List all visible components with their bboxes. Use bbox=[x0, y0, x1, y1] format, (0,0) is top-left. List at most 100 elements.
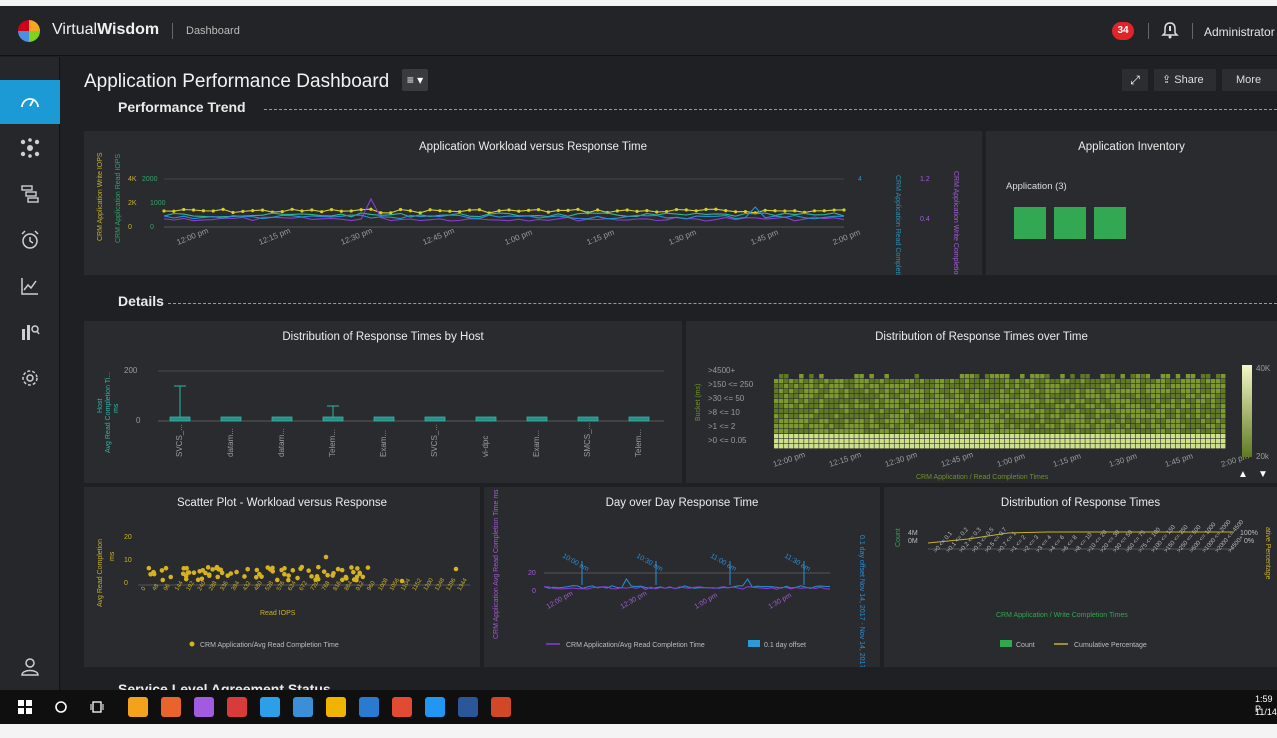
heat-cell bbox=[1085, 389, 1090, 394]
heat-cell bbox=[789, 414, 794, 419]
heat-cell bbox=[899, 419, 904, 424]
slides-icon[interactable] bbox=[392, 697, 412, 717]
y-right-tick-label: 100% bbox=[1240, 530, 1258, 537]
sidebar-item-reports[interactable] bbox=[0, 310, 60, 354]
sidebar-item-dashboard[interactable] bbox=[0, 80, 60, 124]
heat-cell bbox=[959, 399, 965, 404]
heat-cell bbox=[1215, 384, 1221, 389]
heat-cell bbox=[1175, 414, 1181, 419]
heat-cell bbox=[964, 379, 970, 384]
heat-cell bbox=[879, 384, 884, 389]
sidebar-item-hierarchy[interactable] bbox=[0, 172, 60, 216]
search-icon[interactable] bbox=[54, 700, 68, 714]
bell-icon[interactable] bbox=[1160, 20, 1180, 40]
box bbox=[169, 416, 191, 422]
heat-cell bbox=[1030, 434, 1035, 439]
divider bbox=[1148, 23, 1149, 39]
heat-cell bbox=[884, 404, 889, 409]
heat-cell bbox=[919, 384, 925, 389]
clock-date[interactable]: 11/14/ bbox=[1255, 707, 1277, 717]
heat-cell bbox=[1115, 404, 1120, 409]
heat-cell bbox=[829, 439, 834, 444]
notepad-icon[interactable] bbox=[293, 697, 313, 717]
heat-cell bbox=[1210, 379, 1216, 384]
heat-cell bbox=[934, 409, 940, 414]
heat-cell bbox=[1185, 384, 1191, 389]
application-tile[interactable] bbox=[1094, 207, 1126, 239]
sidebar-item-settings[interactable] bbox=[0, 356, 60, 400]
heat-cell bbox=[959, 404, 965, 409]
box bbox=[475, 416, 497, 422]
heat-cell bbox=[1040, 374, 1045, 379]
powerpoint-icon[interactable] bbox=[491, 697, 511, 717]
chrome-alt-icon[interactable] bbox=[326, 697, 346, 717]
heat-cell bbox=[1040, 384, 1045, 389]
windows-start-icon[interactable] bbox=[18, 700, 32, 714]
heat-cell bbox=[1065, 424, 1070, 429]
heat-cell bbox=[949, 444, 955, 449]
heat-cell bbox=[1220, 404, 1226, 409]
application-tile[interactable] bbox=[1054, 207, 1086, 239]
heat-cell bbox=[939, 379, 945, 384]
fullscreen-button[interactable]: ⤢ bbox=[1122, 69, 1148, 91]
skype-icon[interactable] bbox=[425, 697, 445, 717]
heat-cell bbox=[804, 404, 809, 409]
heat-cell bbox=[1005, 419, 1010, 424]
chrome-icon[interactable] bbox=[260, 697, 280, 717]
heat-cell bbox=[849, 429, 854, 434]
virtualwisdom-logo-icon[interactable] bbox=[18, 20, 40, 42]
user-menu[interactable]: Administrator bbox=[1204, 25, 1275, 39]
heat-cell bbox=[1005, 434, 1010, 439]
heat-cell bbox=[1120, 424, 1125, 429]
heat-cell bbox=[1175, 429, 1181, 434]
alert-count-badge[interactable]: 34 bbox=[1112, 22, 1134, 40]
heat-cell bbox=[1010, 419, 1015, 424]
heat-cell bbox=[1085, 399, 1090, 404]
heat-cell bbox=[1090, 399, 1095, 404]
heat-cell bbox=[1155, 434, 1161, 439]
heat-cell bbox=[864, 389, 869, 394]
paint-icon[interactable] bbox=[194, 697, 214, 717]
heat-cell bbox=[1110, 379, 1115, 384]
y-axis-label: Avg Read Completion bbox=[97, 539, 104, 607]
sidebar-item-user[interactable] bbox=[0, 645, 60, 689]
heat-cell bbox=[929, 419, 935, 424]
heat-cell bbox=[1005, 424, 1010, 429]
heat-cell bbox=[804, 429, 809, 434]
heat-cell bbox=[1080, 444, 1085, 449]
sidebar-item-trends[interactable] bbox=[0, 264, 60, 308]
sidebar-item-alarms[interactable] bbox=[0, 218, 60, 262]
more-button[interactable]: More bbox=[1222, 69, 1277, 91]
snip-icon[interactable] bbox=[227, 697, 247, 717]
heat-cell bbox=[974, 389, 980, 394]
heat-cell bbox=[1175, 404, 1181, 409]
heat-cell bbox=[919, 429, 925, 434]
dashboard-menu-button[interactable]: ≡ ▾ bbox=[402, 69, 428, 91]
heat-cell bbox=[1150, 384, 1156, 389]
heat-cell bbox=[874, 389, 879, 394]
heat-cell bbox=[1005, 439, 1010, 444]
heat-cell bbox=[824, 404, 829, 409]
heat-cell bbox=[1015, 399, 1020, 404]
breadcrumb[interactable]: Dashboard bbox=[186, 25, 240, 37]
heat-cell bbox=[879, 419, 884, 424]
task-view-icon[interactable] bbox=[90, 700, 104, 714]
heat-cell bbox=[799, 444, 804, 449]
outlook-icon[interactable] bbox=[359, 697, 379, 717]
heat-cell bbox=[864, 434, 869, 439]
heat-cell bbox=[1055, 394, 1060, 399]
heat-cell bbox=[1040, 444, 1045, 449]
file-explorer-icon[interactable] bbox=[128, 697, 148, 717]
heat-cell bbox=[859, 379, 864, 384]
firefox-icon[interactable] bbox=[161, 697, 181, 717]
heat-cell bbox=[1010, 439, 1015, 444]
x-tick-label: SVCS_... bbox=[430, 424, 439, 457]
word-icon[interactable] bbox=[458, 697, 478, 717]
heat-cell bbox=[889, 424, 894, 429]
share-button[interactable]: ⇪ Share bbox=[1154, 69, 1216, 91]
scatter-point bbox=[245, 566, 250, 572]
sidebar-item-topology[interactable] bbox=[0, 126, 60, 170]
heat-cell bbox=[1160, 424, 1166, 429]
heat-cell bbox=[1015, 429, 1020, 434]
application-tile[interactable] bbox=[1014, 207, 1046, 239]
